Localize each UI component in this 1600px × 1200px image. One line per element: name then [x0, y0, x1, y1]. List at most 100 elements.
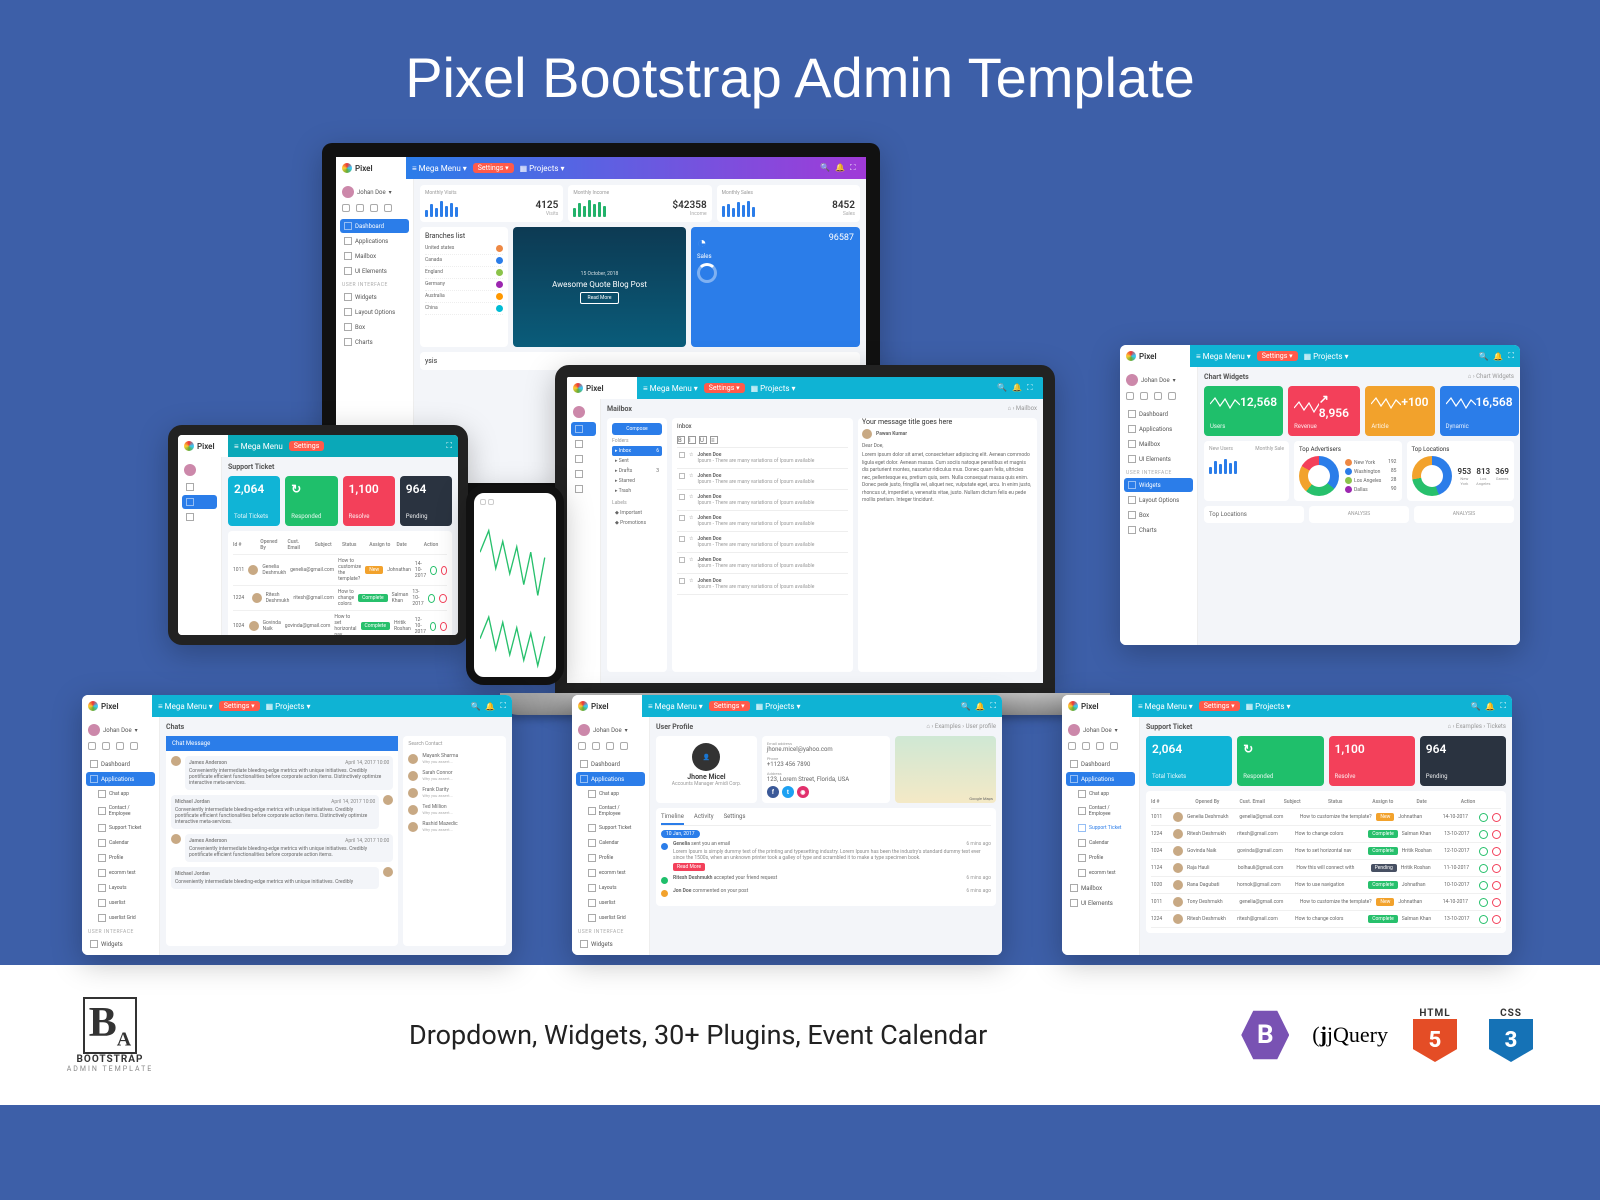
nav-projects[interactable]: ▦ Projects ▾ [520, 164, 565, 173]
approve-icon[interactable] [1479, 915, 1488, 924]
contact-item[interactable]: Ted MillionWhy you assert... [408, 801, 501, 818]
approve-icon[interactable] [1479, 813, 1488, 822]
mail-row[interactable]: ☆Johen DoeIpsum - There are many variati… [677, 469, 848, 490]
mail-row[interactable]: ☆Johen DoeIpsum - There are many variati… [677, 574, 848, 595]
table-row[interactable]: 1224Ritesh Deshmukhritesh@gmail.comHow t… [1151, 911, 1501, 928]
reject-icon[interactable] [1492, 915, 1501, 924]
sidebar-subitem[interactable]: userlist Grid [86, 911, 155, 925]
table-row[interactable]: 1224Ritesh Deshmukhritesh@gmail.comHow t… [233, 586, 447, 611]
bell-icon[interactable]: 🔔 [835, 163, 845, 173]
approve-icon[interactable] [430, 622, 437, 631]
branch-item[interactable]: England [425, 267, 503, 279]
sidebar-subitem[interactable]: Chat app [1066, 787, 1135, 801]
sidebar-subitem[interactable]: Chat app [576, 787, 645, 801]
branch-item[interactable]: China [425, 303, 503, 315]
mail-row[interactable]: ☆Johen DoeIpsum - There are many variati… [677, 553, 848, 574]
sidebar-subitem[interactable]: Calendar [576, 836, 645, 850]
sidebar-subitem[interactable]: Chat app [86, 787, 155, 801]
approve-icon[interactable] [428, 594, 436, 603]
sidebar-subitem[interactable]: Calendar [1066, 836, 1135, 850]
compose-button[interactable]: Compose [612, 423, 662, 435]
reject-icon[interactable] [439, 594, 447, 603]
contact-item[interactable]: Mayank SharmaWhy you assert... [408, 750, 501, 767]
read-more-button[interactable]: Read More [580, 292, 618, 304]
sidebar-subitem[interactable]: userlist Grid [576, 911, 645, 925]
read-more-button[interactable]: Read More [673, 863, 705, 871]
contact-item[interactable]: Sarah ConnorWhy you assert... [408, 767, 501, 784]
approve-icon[interactable] [1479, 864, 1488, 873]
sidebar-item-charts[interactable]: Charts [340, 335, 409, 349]
contact-item[interactable]: Rashid MazedicWhy you assert... [408, 818, 501, 835]
approve-icon[interactable] [1479, 830, 1488, 839]
approve-icon[interactable] [1479, 881, 1488, 890]
table-row[interactable]: 1024Govinda Naikgovinda@gmail.comHow to … [1151, 843, 1501, 860]
sidebar-subitem[interactable]: userlist [86, 896, 155, 910]
expand-icon[interactable]: ⛶ [850, 163, 860, 173]
table-row[interactable]: 1011Genelia Deshmukhgenelia@gmail.comHow… [233, 555, 447, 586]
stat-tile: 1,100Resolve [1329, 736, 1415, 786]
sidebar-subitem[interactable]: Support Ticket [1066, 821, 1135, 835]
folder-item[interactable]: ▸ Sent [612, 456, 662, 466]
sidebar-subitem[interactable]: ecomm test [1066, 866, 1135, 880]
tab-activity[interactable]: Activity [694, 813, 714, 825]
approve-icon[interactable] [430, 566, 436, 575]
nav-settings[interactable]: Settings ▾ [473, 163, 514, 173]
reject-icon[interactable] [1492, 898, 1501, 907]
sidebar-item-widgets[interactable]: Widgets [340, 290, 409, 304]
mail-row[interactable]: ☆Johen DoeIpsum - There are many variati… [677, 490, 848, 511]
branch-item[interactable]: Canada [425, 255, 503, 267]
nav-mega[interactable]: ≡ Mega Menu ▾ [412, 164, 467, 173]
branch-item[interactable]: Australia [425, 291, 503, 303]
search-icon[interactable]: 🔍 [820, 163, 830, 173]
sidebar-subitem[interactable]: Profile [1066, 851, 1135, 865]
sidebar-subitem[interactable]: ecomm test [576, 866, 645, 880]
table-row[interactable]: 1020Rana Dagubatihornok@gmail.comHow to … [1151, 877, 1501, 894]
sidebar-item-layout[interactable]: Layout Options [340, 305, 409, 319]
folder-item[interactable]: ▸ Inbox6 [612, 446, 662, 456]
sidebar-subitem[interactable]: Profile [86, 851, 155, 865]
sidebar-subitem[interactable]: Contact / Employee [576, 802, 645, 820]
table-row[interactable]: 1224Ritesh Deshmukhritesh@gmail.comHow t… [1151, 826, 1501, 843]
contact-item[interactable]: Frank DarityWhy you assert... [408, 784, 501, 801]
mail-row[interactable]: ☆Johen DoeIpsum - There are many variati… [677, 511, 848, 532]
sidebar-subitem[interactable]: userlist [576, 896, 645, 910]
table-row[interactable]: 1011Tony Deshmukhgenelia@gmail.comHow to… [1151, 894, 1501, 911]
sidebar-subitem[interactable]: Profile [576, 851, 645, 865]
folder-item[interactable]: ▸ Starred [612, 476, 662, 486]
sidebar-item-apps[interactable]: Applications [340, 234, 409, 248]
sidebar-subitem[interactable]: Support Ticket [86, 821, 155, 835]
sidebar-subitem[interactable]: Support Ticket [576, 821, 645, 835]
reject-icon[interactable] [440, 622, 447, 631]
table-row[interactable]: 1024Govinda Naikgovinda@gmail.comHow to … [233, 611, 447, 635]
reject-icon[interactable] [1492, 847, 1501, 856]
reject-icon[interactable] [1492, 864, 1501, 873]
reject-icon[interactable] [1492, 830, 1501, 839]
table-row[interactable]: 1011Genelia Deshmukhgenelia@gmail.comHow… [1151, 809, 1501, 826]
sidebar-subitem[interactable]: Contact / Employee [1066, 802, 1135, 820]
sidebar-item-ui[interactable]: UI Elements [340, 264, 409, 278]
sidebar-subitem[interactable]: ecomm test [86, 866, 155, 880]
blog-card[interactable]: 15 October, 2018 Awesome Quote Blog Post… [513, 227, 686, 347]
tab-timeline[interactable]: Timeline [661, 813, 684, 825]
sidebar-subitem[interactable]: Contact / Employee [86, 802, 155, 820]
approve-icon[interactable] [1479, 898, 1488, 907]
mail-row[interactable]: ☆Johen DoeIpsum - There are many variati… [677, 448, 848, 469]
sidebar-item-dashboard[interactable]: Dashboard [340, 219, 409, 233]
tab-settings[interactable]: Settings [724, 813, 746, 825]
folder-item[interactable]: ▸ Drafts3 [612, 466, 662, 476]
approve-icon[interactable] [1479, 847, 1488, 856]
branch-item[interactable]: Germany [425, 279, 503, 291]
sidebar-subitem[interactable]: Calendar [86, 836, 155, 850]
reject-icon[interactable] [1492, 813, 1501, 822]
folder-item[interactable]: ▸ Trash [612, 486, 662, 496]
sidebar-subitem[interactable]: Layouts [576, 881, 645, 895]
sidebar-item-mailbox[interactable]: Mailbox [340, 249, 409, 263]
sidebar-subitem[interactable]: Layouts [86, 881, 155, 895]
sidebar-item-box[interactable]: Box [340, 320, 409, 334]
reject-icon[interactable] [441, 566, 447, 575]
table-row[interactable]: 1124Raja Haulibolhauli@gmail.comHow this… [1151, 860, 1501, 877]
mail-row[interactable]: ☆Johen DoeIpsum - There are many variati… [677, 532, 848, 553]
chat-message: James AndersonApril 14, 2017 10:00Conven… [171, 834, 393, 862]
branch-item[interactable]: United states [425, 243, 503, 255]
reject-icon[interactable] [1492, 881, 1501, 890]
